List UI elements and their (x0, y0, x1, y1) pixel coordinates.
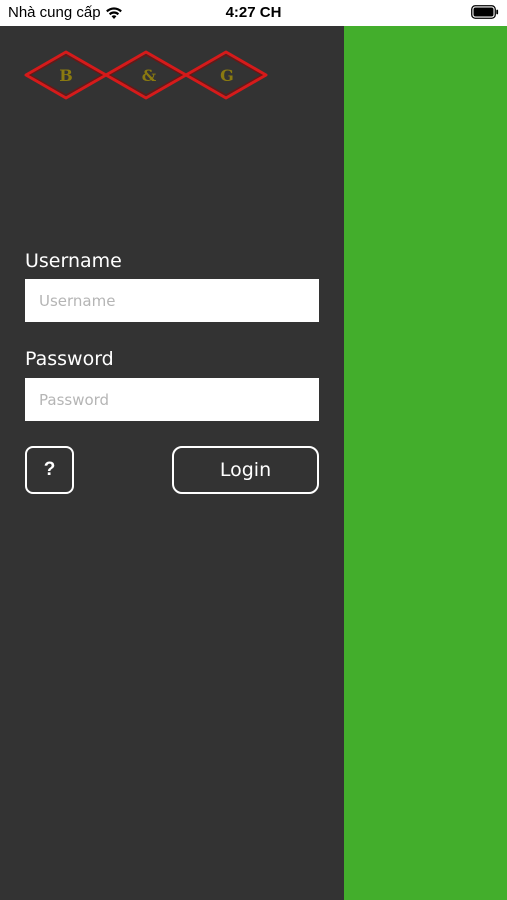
logo-letter-g: G (220, 66, 234, 85)
password-input[interactable] (25, 378, 319, 421)
logo-letter-b: B (59, 66, 73, 85)
status-bar: Nhà cung cấp 4:27 CH (0, 0, 507, 26)
battery-icon (471, 5, 499, 19)
login-screen: Nhà cung cấp 4:27 CH B & G Username User… (0, 0, 507, 900)
login-button[interactable]: Login (172, 446, 319, 494)
logo-letter-ampersand: & (142, 66, 157, 85)
status-time: 4:27 CH (225, 4, 282, 21)
main-content-panel[interactable] (344, 26, 507, 900)
username-label: Username (25, 250, 122, 272)
password-label: Password (25, 348, 114, 370)
login-drawer: B & G Username Password ? Login (0, 26, 344, 900)
bg-logo: B & G (24, 50, 268, 100)
help-button[interactable]: ? (25, 446, 74, 494)
username-input[interactable] (25, 279, 319, 322)
